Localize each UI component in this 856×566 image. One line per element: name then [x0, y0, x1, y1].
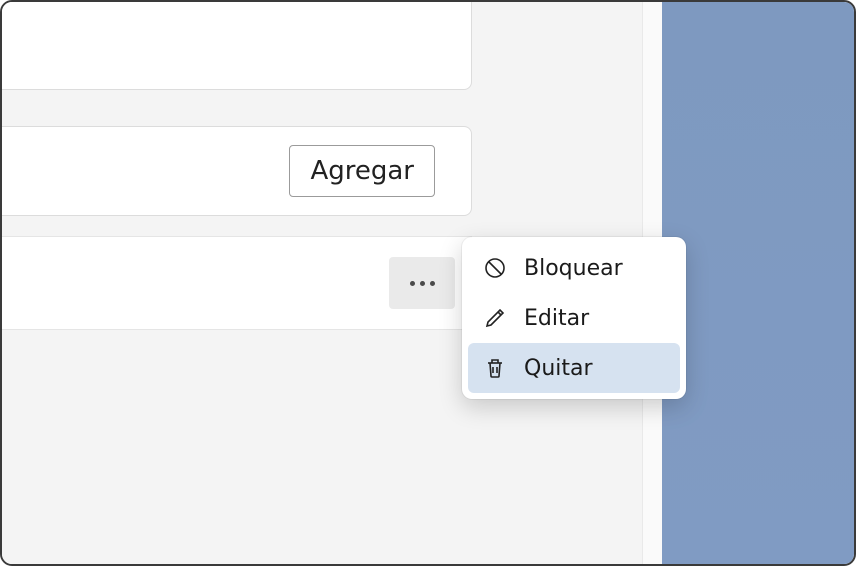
- menu-item-block[interactable]: Bloquear: [468, 243, 680, 293]
- menu-item-label: Quitar: [524, 356, 593, 381]
- trash-icon: [482, 355, 508, 381]
- ellipsis-icon: [430, 281, 435, 286]
- add-card: Agregar: [2, 126, 472, 216]
- app-frame: Agregar Bloquear Editar: [0, 0, 856, 566]
- context-menu: Bloquear Editar Quitar: [462, 237, 686, 399]
- block-icon: [482, 255, 508, 281]
- card-top: [2, 2, 472, 90]
- menu-item-label: Editar: [524, 306, 589, 331]
- ellipsis-icon: [410, 281, 415, 286]
- menu-item-label: Bloquear: [524, 256, 623, 281]
- pencil-icon: [482, 305, 508, 331]
- add-button-label: Agregar: [310, 156, 414, 186]
- add-button[interactable]: Agregar: [289, 145, 435, 197]
- menu-item-remove[interactable]: Quitar: [468, 343, 680, 393]
- menu-item-edit[interactable]: Editar: [468, 293, 680, 343]
- list-row: [2, 236, 472, 330]
- more-button[interactable]: [389, 257, 455, 309]
- desktop-background: [662, 2, 854, 564]
- ellipsis-icon: [420, 281, 425, 286]
